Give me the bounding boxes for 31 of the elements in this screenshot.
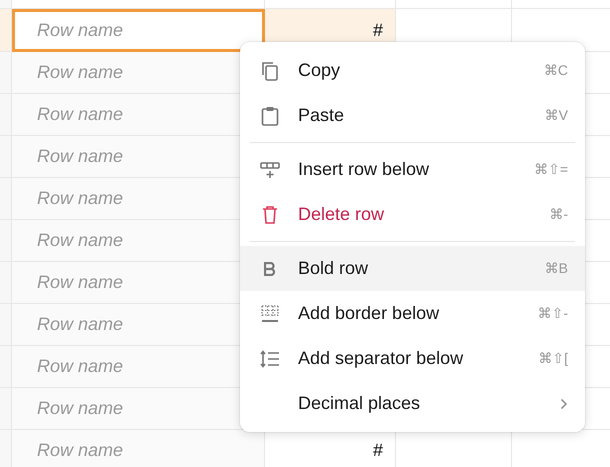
number-cell-text: #: [372, 20, 383, 40]
shortcut-hint: ⌘⇧[: [538, 350, 568, 367]
row-name-placeholder: Row name: [37, 314, 124, 335]
bold-icon: [264, 262, 276, 276]
line-spacing-icon: [260, 350, 280, 368]
row-name-placeholder: Row name: [37, 272, 124, 293]
row-name-placeholder: Row name: [37, 20, 124, 41]
row-name-cell[interactable]: Row name: [12, 9, 265, 52]
shortcut-hint: ⌘⇧=: [534, 161, 568, 178]
row-name-placeholder: Row name: [37, 230, 124, 251]
chevron-right-icon: [560, 398, 568, 410]
row-name-placeholder: Row name: [37, 146, 124, 167]
row-name-placeholder: Row name: [37, 188, 124, 209]
shortcut-hint: ⌘⇧-: [538, 305, 568, 322]
clipboard-icon: [260, 106, 278, 126]
shortcut-hint: ⌘B: [544, 260, 568, 277]
row-name-placeholder: Row name: [37, 356, 124, 377]
row-name-cell[interactable]: Row name: [12, 430, 265, 467]
shortcut-hint: ⌘-: [549, 206, 568, 223]
row-name-placeholder: Row name: [37, 62, 124, 83]
shortcut-hint: ⌘V: [544, 107, 568, 124]
number-cell-text: #: [372, 440, 383, 461]
row-name-placeholder: Row name: [37, 398, 124, 419]
shortcut-hint: ⌘C: [544, 62, 568, 79]
menu-item[interactable]: Bold row ⌘B: [240, 246, 585, 291]
trash-icon: [262, 206, 278, 224]
border-bottom-icon: [260, 304, 278, 322]
row-name-placeholder: Row name: [37, 104, 124, 125]
insert-row-icon: [260, 160, 280, 178]
copy-icon: [260, 60, 278, 80]
row-name-placeholder: Row name: [37, 440, 124, 461]
